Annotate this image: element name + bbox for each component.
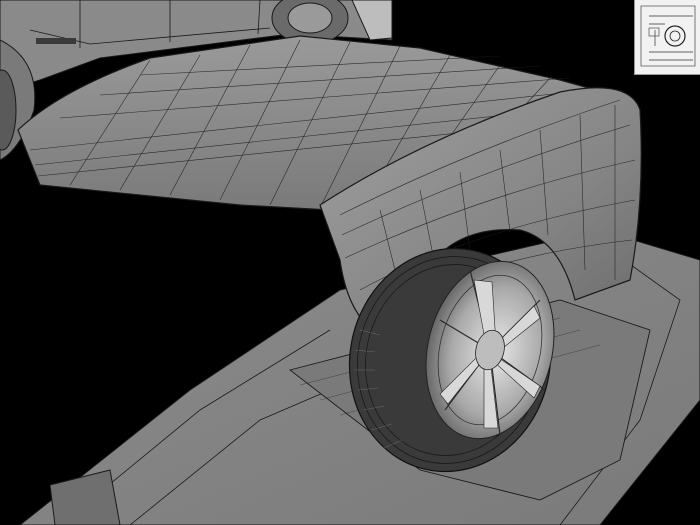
- reference-image-thumbnail: [634, 0, 700, 75]
- 3d-viewport[interactable]: [0, 0, 700, 525]
- wireframe-scene: [0, 0, 700, 525]
